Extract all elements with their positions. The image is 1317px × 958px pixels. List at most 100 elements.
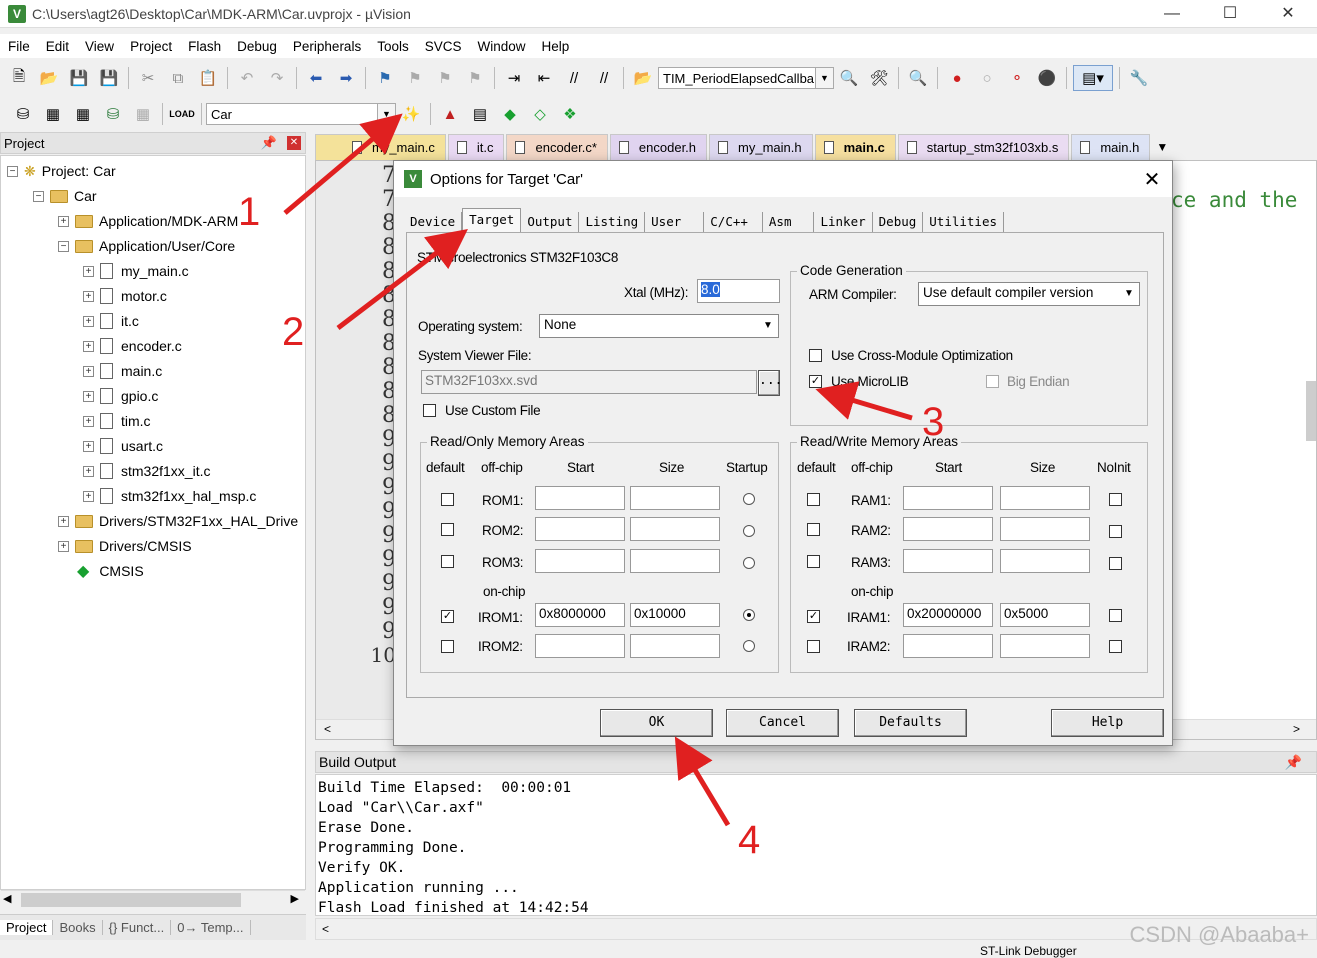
menu-help[interactable]: Help	[534, 39, 578, 54]
bookmark-icon[interactable]: ⚑	[372, 65, 398, 91]
rom2-startup-radio[interactable]	[743, 525, 755, 537]
editor-tab[interactable]: my_main.h	[709, 134, 813, 160]
minimize-button[interactable]: —	[1143, 0, 1201, 28]
collapse-icon[interactable]: −	[58, 240, 69, 252]
select-packs-icon[interactable]: ▤	[467, 101, 493, 127]
nav-forward-icon[interactable]: ➡	[333, 65, 359, 91]
editor-tab[interactable]: my_main.c	[315, 134, 446, 160]
ram2-default-checkbox[interactable]	[807, 523, 820, 536]
cancel-button[interactable]: Cancel	[726, 709, 839, 737]
find-in-files-icon[interactable]: 📂	[630, 65, 656, 91]
scroll-right-icon[interactable]: >	[1293, 722, 1300, 736]
tab-device[interactable]: Device	[404, 212, 463, 232]
editor-tab[interactable]: startup_stm32f103xb.s	[897, 134, 1070, 160]
compiler-select[interactable]: Use default compiler version ▼	[918, 282, 1140, 306]
ram1-start-input[interactable]	[903, 486, 993, 510]
tab-linker[interactable]: Linker	[814, 212, 873, 232]
expand-icon[interactable]: +	[83, 340, 94, 352]
function-combo[interactable]: TIM_PeriodElapsedCallba ▼	[658, 67, 834, 89]
unindent-icon[interactable]: ⇤	[531, 65, 557, 91]
menu-view[interactable]: View	[77, 39, 122, 54]
menu-debug[interactable]: Debug	[229, 39, 285, 54]
rom2-start-input[interactable]	[535, 517, 625, 541]
xtal-input[interactable]: 8.0	[697, 279, 780, 303]
rom3-startup-radio[interactable]	[743, 557, 755, 569]
rom2-size-input[interactable]	[630, 517, 720, 541]
close-icon[interactable]: ✕	[287, 136, 301, 150]
scroll-left-icon[interactable]: ◀	[3, 892, 11, 905]
uncomment-icon[interactable]: //	[591, 65, 617, 91]
irom1-start-input[interactable]: 0x8000000	[535, 603, 625, 627]
undo-icon[interactable]: ↶	[234, 65, 260, 91]
help-button[interactable]: Help	[1051, 709, 1164, 737]
group-mdk-arm[interactable]: Application/MDK-ARM	[99, 213, 238, 229]
ram1-size-input[interactable]	[1000, 486, 1090, 510]
bookmark-clear-icon[interactable]: ⚑	[462, 65, 488, 91]
scroll-thumb[interactable]	[21, 893, 241, 907]
indent-icon[interactable]: ⇥	[501, 65, 527, 91]
pin-icon[interactable]: 📌	[1285, 754, 1302, 771]
ok-button[interactable]: OK	[600, 709, 713, 737]
ram2-noinit-checkbox[interactable]	[1109, 525, 1122, 538]
ram2-size-input[interactable]	[1000, 517, 1090, 541]
debug-session-icon[interactable]: 🔍	[905, 65, 931, 91]
rom1-default-checkbox[interactable]	[441, 493, 454, 506]
irom2-default-checkbox[interactable]	[441, 640, 454, 653]
custom-file-checkbox[interactable]	[423, 404, 436, 417]
load-icon[interactable]: LOAD	[169, 101, 195, 127]
iram1-start-input[interactable]: 0x20000000	[903, 603, 993, 627]
expand-icon[interactable]: +	[83, 465, 94, 477]
rebuild-icon[interactable]: ▦	[70, 101, 96, 127]
menu-project[interactable]: Project	[122, 39, 180, 54]
ram3-noinit-checkbox[interactable]	[1109, 557, 1122, 570]
rom2-default-checkbox[interactable]	[441, 523, 454, 536]
menu-flash[interactable]: Flash	[180, 39, 229, 54]
tab-project[interactable]: Project	[0, 920, 54, 935]
target-combo[interactable]: Car ▼	[206, 103, 396, 125]
breakpoint-icon[interactable]: ●	[944, 65, 970, 91]
new-file-icon[interactable]: 🗎	[6, 65, 32, 91]
irom1-default-checkbox[interactable]: ✓	[441, 610, 454, 623]
irom1-size-input[interactable]: 0x10000	[630, 603, 720, 627]
group-cmsis[interactable]: Drivers/CMSIS	[99, 538, 192, 554]
file-item[interactable]: encoder.c	[121, 338, 182, 354]
tab-output[interactable]: Output	[521, 212, 580, 232]
menu-window[interactable]: Window	[469, 39, 533, 54]
menu-file[interactable]: File	[0, 39, 38, 54]
iram1-size-input[interactable]: 0x5000	[1000, 603, 1090, 627]
project-root[interactable]: Project: Car	[42, 163, 116, 179]
tab-user[interactable]: User	[645, 212, 705, 232]
expand-icon[interactable]: +	[83, 290, 94, 302]
tab-target[interactable]: Target	[462, 208, 522, 232]
irom2-size-input[interactable]	[630, 634, 720, 658]
build-output-console[interactable]: Build Time Elapsed: 00:00:01 Load "Car\\C…	[315, 774, 1317, 916]
manage-project-icon[interactable]: ▲	[437, 101, 463, 127]
rom1-start-input[interactable]	[535, 486, 625, 510]
window-layout-icon[interactable]: ▤▾	[1073, 65, 1113, 91]
ram3-size-input[interactable]	[1000, 549, 1090, 573]
editor-tab[interactable]: encoder.c*	[506, 134, 608, 160]
file-item[interactable]: my_main.c	[121, 263, 189, 279]
collapse-icon[interactable]: −	[7, 165, 18, 177]
tab-utilities[interactable]: Utilities	[923, 212, 1005, 232]
tab-templates[interactable]: 0→ Temp...	[171, 920, 251, 935]
batch-build-icon[interactable]: ⛁	[100, 101, 126, 127]
target-options-icon[interactable]: ✨	[398, 101, 424, 127]
tab-asm[interactable]: Asm	[763, 212, 815, 232]
redo-icon[interactable]: ↷	[264, 65, 290, 91]
os-select[interactable]: None ▼	[539, 314, 779, 338]
bookmark-prev-icon[interactable]: ⚑	[402, 65, 428, 91]
expand-icon[interactable]: +	[83, 390, 94, 402]
collapse-icon[interactable]: −	[33, 190, 44, 202]
ram2-start-input[interactable]	[903, 517, 993, 541]
editor-tab[interactable]: it.c	[447, 134, 505, 160]
file-item[interactable]: usart.c	[121, 438, 163, 454]
tab-debug[interactable]: Debug	[873, 212, 924, 232]
paste-icon[interactable]: 📋	[195, 65, 221, 91]
incremental-find-icon[interactable]: 🔍	[836, 65, 862, 91]
maximize-button[interactable]: ☐	[1201, 0, 1259, 28]
file-item[interactable]: tim.c	[121, 413, 151, 429]
pin-icon[interactable]: 📌	[261, 135, 277, 151]
irom2-start-input[interactable]	[535, 634, 625, 658]
irom1-startup-radio[interactable]	[743, 609, 755, 621]
